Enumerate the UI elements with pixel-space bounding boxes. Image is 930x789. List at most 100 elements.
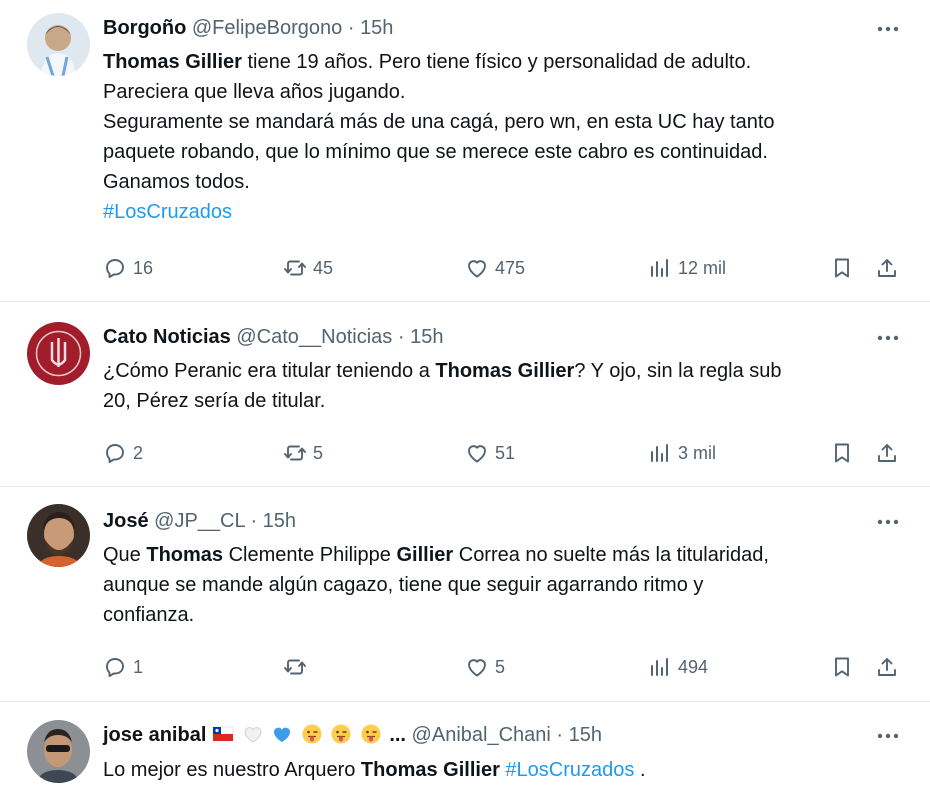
hashtag-link[interactable]: #LosCruzados [505, 759, 634, 781]
timestamp[interactable]: 15h [360, 17, 393, 39]
text-span: ¿Cómo Peranic era titular teniendo a [103, 360, 436, 382]
text-span: . [634, 759, 646, 781]
retweet-icon [284, 260, 306, 276]
views-icon [651, 658, 668, 676]
avatar-image [27, 720, 90, 783]
reply-icon [106, 658, 124, 677]
tweet[interactable]: Borgoño @FelipeBorgono · 15h Thomas Gill… [0, 0, 930, 302]
more-icon [877, 733, 899, 739]
reply-count: 1 [133, 657, 144, 677]
reply-button[interactable]: 1 [103, 652, 143, 682]
mention-bold: Thomas Gillier [360, 759, 500, 781]
tweet-line: aunque se mande algún cagazo, tiene que … [103, 574, 704, 596]
timestamp[interactable]: 15h [569, 724, 602, 746]
heart-icon [468, 659, 486, 677]
heart-icon [468, 445, 486, 463]
text-span: Que [103, 544, 147, 566]
text-span: Clemente Philippe [223, 544, 397, 566]
share-button[interactable] [872, 652, 902, 682]
avatar[interactable] [27, 720, 90, 783]
user-handle[interactable]: @Anibal_Chani [412, 724, 551, 746]
like-button[interactable]: 51 [465, 438, 515, 468]
like-count: 5 [495, 657, 506, 677]
tweet-line: Thomas Gillier tiene 19 años. Pero tiene… [103, 47, 903, 77]
user-handle[interactable]: @Cato__Noticias [236, 326, 392, 348]
share-icon [878, 444, 896, 462]
more-options-button[interactable] [874, 510, 902, 534]
reply-button[interactable]: 16 [103, 253, 153, 283]
mention-bold: Thomas Gillier [435, 360, 575, 382]
cato-noticias-logo [27, 322, 90, 385]
share-button[interactable] [872, 253, 902, 283]
avatar[interactable] [27, 504, 90, 567]
separator: · [556, 724, 564, 746]
like-button[interactable]: 5 [465, 652, 505, 682]
avatar-image [27, 504, 90, 567]
separator: · [250, 510, 258, 532]
share-button[interactable] [872, 438, 902, 468]
chile-flag-emoji [212, 726, 234, 741]
mention-bold: Thomas Gillier [103, 51, 242, 73]
user-handle[interactable]: @FelipeBorgono [192, 17, 342, 39]
views-button[interactable]: 12 mil [648, 253, 726, 283]
winking-tongue-emoji [302, 724, 322, 744]
reply-icon [106, 444, 124, 463]
retweet-button[interactable] [283, 652, 313, 682]
timestamp[interactable]: 15h [410, 326, 443, 348]
retweet-count: 45 [313, 258, 334, 278]
tweet-text: Lo mejor es nuestro Arquero Thomas Gilli… [103, 755, 903, 785]
share-icon [878, 259, 896, 277]
tweet[interactable]: jose anibal ... @Anibal_Chani · 15h Lo m… [0, 702, 930, 789]
reply-button[interactable]: 2 [103, 438, 143, 468]
avatar[interactable] [27, 13, 90, 76]
mention-bold: Gillier [396, 544, 454, 566]
views-button[interactable]: 3 mil [648, 438, 716, 468]
like-button[interactable]: 475 [465, 253, 525, 283]
bookmark-icon [835, 443, 849, 463]
retweet-button[interactable]: 45 [283, 253, 333, 283]
user-handle[interactable]: @JP__CL [154, 510, 245, 532]
tweet[interactable]: José @JP__CL · 15h Que Thomas Clemente P… [0, 487, 930, 702]
hashtag-link[interactable]: #LosCruzados [103, 201, 232, 223]
more-icon [877, 26, 899, 32]
bookmark-button[interactable] [827, 438, 857, 468]
views-icon [651, 259, 668, 277]
tweet-line: paquete robando, que lo mínimo que se me… [103, 141, 768, 163]
like-count: 51 [495, 443, 516, 463]
reply-count: 2 [133, 443, 144, 463]
more-options-button[interactable] [874, 724, 902, 748]
tweet-header: jose anibal ... @Anibal_Chani · 15h [103, 720, 602, 750]
avatar-image [27, 13, 90, 76]
display-name[interactable]: Cato Noticias [103, 326, 231, 348]
more-icon [877, 335, 899, 341]
more-options-button[interactable] [874, 326, 902, 350]
separator: · [347, 17, 355, 39]
tweet[interactable]: Cato Noticias @Cato__Noticias · 15h ¿Cóm… [0, 302, 930, 487]
more-options-button[interactable] [874, 17, 902, 41]
views-button[interactable]: 494 [648, 652, 708, 682]
action-bar: 1 5 494 [103, 652, 903, 682]
like-count: 475 [495, 258, 526, 278]
winking-tongue-emoji [361, 724, 381, 744]
tweet-line: Seguramente se mandará más de una cagá, … [103, 111, 775, 133]
blue-heart-emoji [274, 727, 291, 742]
reply-count: 16 [133, 258, 154, 278]
display-name[interactable]: jose anibal [103, 724, 206, 746]
reply-icon [106, 259, 124, 278]
avatar[interactable] [27, 322, 90, 385]
tweet-text: ¿Cómo Peranic era titular teniendo a Tho… [103, 356, 903, 416]
tweet-line: Que Thomas Clemente Philippe Gillier Cor… [103, 540, 903, 570]
timestamp[interactable]: 15h [263, 510, 296, 532]
timeline-feed: Borgoño @FelipeBorgono · 15h Thomas Gill… [0, 0, 930, 789]
tweet-line: ¿Cómo Peranic era titular teniendo a Tho… [103, 356, 903, 386]
retweet-button[interactable]: 5 [283, 438, 323, 468]
view-count: 494 [678, 657, 709, 677]
separator: · [397, 326, 405, 348]
bookmark-button[interactable] [827, 652, 857, 682]
retweet-icon [284, 445, 306, 461]
display-name[interactable]: Borgoño [103, 17, 186, 39]
bookmark-button[interactable] [827, 253, 857, 283]
tweet-line: Pareciera que lleva años jugando. [103, 81, 406, 103]
display-name[interactable]: José [103, 510, 149, 532]
tweet-text: Thomas Gillier tiene 19 años. Pero tiene… [103, 47, 903, 227]
